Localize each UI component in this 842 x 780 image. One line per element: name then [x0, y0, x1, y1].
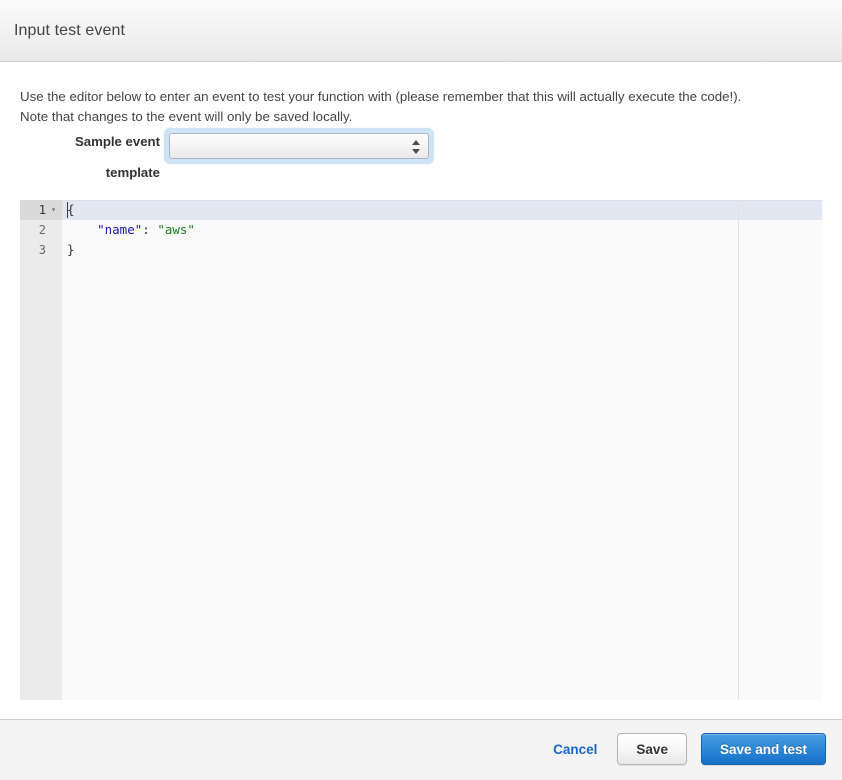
- editor-token-punc: {: [67, 202, 75, 217]
- editor-token-punc: }: [67, 242, 75, 257]
- instructions-line-1: Use the editor below to enter an event t…: [20, 89, 742, 104]
- editor-token-punc: :: [142, 222, 158, 237]
- editor-line: "name": "aws": [62, 220, 822, 240]
- save-button[interactable]: Save: [617, 733, 687, 765]
- sample-event-label: Sample event: [74, 134, 160, 149]
- modal-body: Use the editor below to enter an event t…: [0, 63, 842, 719]
- json-code-editor[interactable]: 1 ▾ 2 3 { "name": "aws"}: [20, 200, 822, 700]
- instructions-line-2: Note that changes to the event will only…: [20, 109, 353, 124]
- sample-event-select-focus-ring: [165, 129, 433, 163]
- gutter-line-number: 2: [38, 223, 46, 237]
- editor-content[interactable]: { "name": "aws"}: [62, 200, 822, 700]
- editor-token-str: "aws": [157, 222, 195, 237]
- editor-text-cursor: [67, 202, 68, 218]
- editor-gutter[interactable]: 1 ▾ 2 3: [20, 200, 62, 700]
- page-title: Input test event: [14, 22, 126, 39]
- gutter-line-number: 1 ▾: [20, 200, 62, 220]
- editor-print-margin: [738, 200, 739, 700]
- fold-arrow-icon[interactable]: ▾: [48, 200, 59, 220]
- instructions-text: Use the editor below to enter an event t…: [20, 87, 810, 127]
- modal-footer: Cancel Save Save and test: [0, 719, 842, 780]
- footer-actions: Cancel Save Save and test: [547, 733, 826, 765]
- sample-event-row: Sample event: [0, 129, 842, 163]
- gutter-line-number: 3: [38, 243, 46, 257]
- cancel-button[interactable]: Cancel: [547, 742, 603, 757]
- save-and-test-button[interactable]: Save and test: [700, 733, 826, 765]
- editor-token-key: "name": [97, 222, 143, 237]
- sample-event-select[interactable]: [169, 133, 429, 159]
- editor-line: }: [62, 240, 822, 260]
- editor-line: {: [62, 200, 822, 220]
- editor-code-lines[interactable]: { "name": "aws"}: [62, 200, 822, 260]
- select-stepper-icon: [412, 138, 421, 156]
- template-label: template: [105, 165, 160, 180]
- modal-header: Input test event: [0, 0, 842, 62]
